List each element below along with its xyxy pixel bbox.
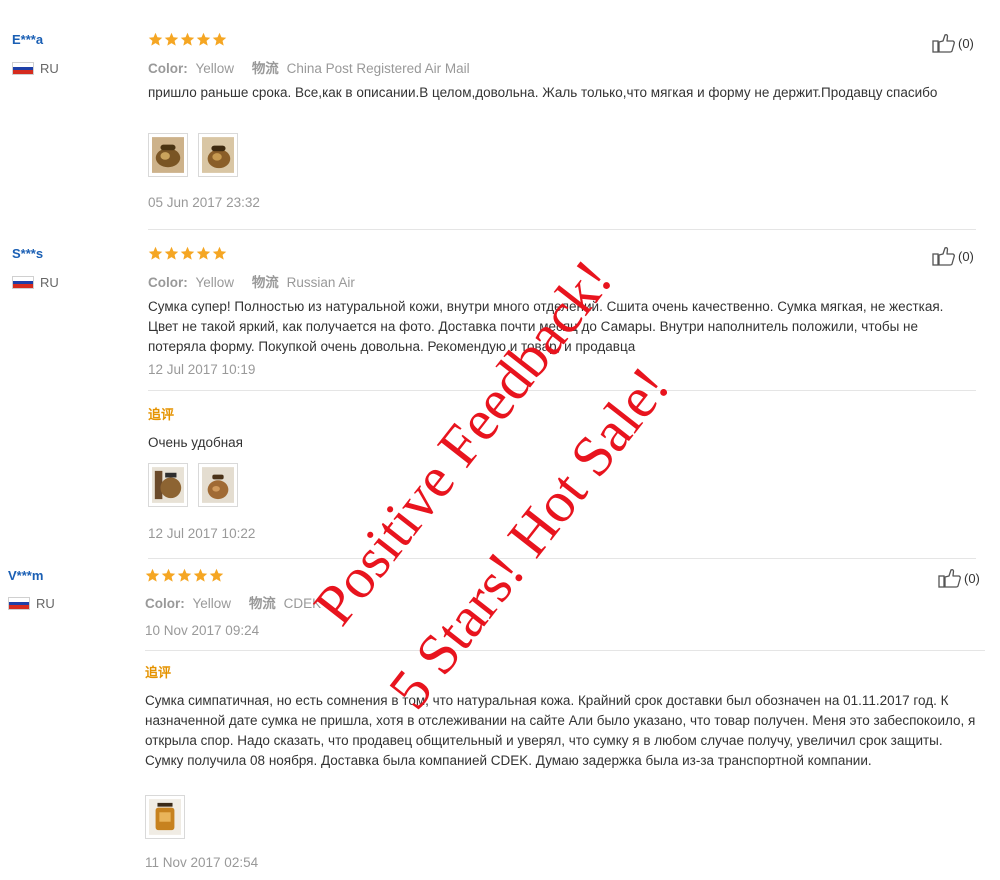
promo-overlay-line2: 5 Stars! Hot Sale! xyxy=(375,354,682,721)
helpful-button[interactable]: (0) xyxy=(938,568,980,588)
review-photo[interactable] xyxy=(148,133,188,177)
review-photo[interactable] xyxy=(198,133,238,177)
followup-photos xyxy=(145,795,185,839)
logistics-label: 物流 xyxy=(248,596,276,611)
thumbs-up-icon xyxy=(938,569,961,588)
star-icon xyxy=(212,32,227,46)
color-value: Yellow xyxy=(192,596,232,611)
followup-date: 12 Jul 2017 10:22 xyxy=(148,526,256,541)
star-icon xyxy=(164,32,179,46)
star-icon xyxy=(148,246,163,260)
star-icon xyxy=(196,246,211,260)
review-photo[interactable] xyxy=(145,795,185,839)
reviewer-name[interactable]: E***a xyxy=(12,32,43,47)
order-info: Color: Yellow 物流 CDEK xyxy=(145,592,321,612)
star-icon xyxy=(177,568,192,582)
color-value: Yellow xyxy=(195,275,235,290)
country-code: RU xyxy=(40,61,59,76)
star-icon xyxy=(161,568,176,582)
helpful-count: (0) xyxy=(958,35,974,51)
reviewer-name[interactable]: S***s xyxy=(12,246,43,261)
followup-text: Сумка симпатичная, но есть сомнения в то… xyxy=(145,693,976,768)
review-date: 12 Jul 2017 10:19 xyxy=(148,362,256,377)
star-icon xyxy=(180,32,195,46)
followup-text: Очень удобная xyxy=(148,435,243,450)
country-code: RU xyxy=(36,596,55,611)
followup-date: 11 Nov 2017 02:54 xyxy=(145,855,259,870)
logistics-label: 物流 xyxy=(251,61,279,76)
russia-flag-icon xyxy=(8,597,30,610)
helpful-button[interactable]: (0) xyxy=(932,246,974,266)
logistics-value: Russian Air xyxy=(286,275,355,290)
review-photo[interactable] xyxy=(148,463,188,507)
logistics-label: 物流 xyxy=(251,275,279,290)
country-code: RU xyxy=(40,275,59,290)
review-photo[interactable] xyxy=(198,463,238,507)
color-label: Color: xyxy=(148,275,188,290)
helpful-count: (0) xyxy=(958,248,974,264)
star-icon xyxy=(164,246,179,260)
color-label: Color: xyxy=(145,596,185,611)
review-text: пришло раньше срока. Все,как в описании.… xyxy=(148,85,938,100)
reviewer-country: RU xyxy=(8,596,55,611)
followup-photos xyxy=(148,463,238,507)
followup-divider xyxy=(145,650,985,651)
russia-flag-icon xyxy=(12,276,34,289)
followup-label: 追评 xyxy=(145,665,172,680)
star-icon xyxy=(212,246,227,260)
star-icon xyxy=(196,32,211,46)
star-icon xyxy=(180,246,195,260)
star-rating xyxy=(148,246,227,261)
star-rating xyxy=(145,568,224,583)
star-rating xyxy=(148,32,227,47)
review-date: 05 Jun 2017 23:32 xyxy=(148,195,260,210)
review-divider xyxy=(148,229,976,230)
helpful-count: (0) xyxy=(964,570,980,586)
followup-label: 追评 xyxy=(148,407,175,422)
reviewer-name[interactable]: V***m xyxy=(8,568,43,583)
helpful-button[interactable]: (0) xyxy=(932,33,974,53)
color-label: Color: xyxy=(148,61,188,76)
review-text: Сумка супер! Полностью из натуральной ко… xyxy=(148,299,944,354)
order-info: Color: Yellow 物流 China Post Registered A… xyxy=(148,57,470,77)
order-info: Color: Yellow 物流 Russian Air xyxy=(148,271,355,291)
star-icon xyxy=(193,568,208,582)
thumbs-up-icon xyxy=(932,247,955,266)
star-icon xyxy=(145,568,160,582)
review-date: 10 Nov 2017 09:24 xyxy=(145,623,260,638)
review-photos xyxy=(148,133,238,177)
reviewer-country: RU xyxy=(12,61,59,76)
star-icon xyxy=(148,32,163,46)
logistics-value: CDEK xyxy=(283,596,322,611)
star-icon xyxy=(209,568,224,582)
russia-flag-icon xyxy=(12,62,34,75)
reviewer-country: RU xyxy=(12,275,59,290)
color-value: Yellow xyxy=(195,61,235,76)
logistics-value: China Post Registered Air Mail xyxy=(286,61,470,76)
review-divider xyxy=(148,558,976,559)
thumbs-up-icon xyxy=(932,34,955,53)
followup-divider xyxy=(148,390,976,391)
